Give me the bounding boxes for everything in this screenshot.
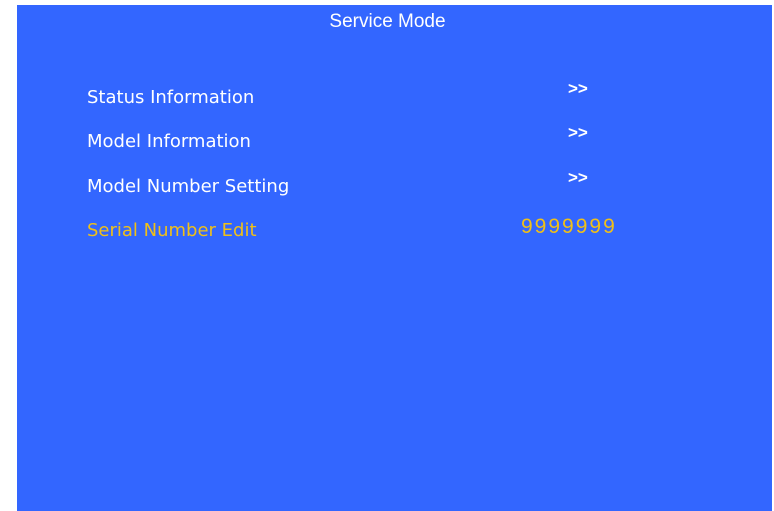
menu-item-label: Status Information — [87, 87, 255, 108]
submenu-arrow-icon: >> — [568, 123, 588, 142]
menu-item-label: Model Information — [87, 131, 251, 152]
service-mode-screen: Service Mode Status Information >> Model… — [17, 5, 772, 511]
menu-item-serial-number-edit[interactable]: Serial Number Edit 9999999 — [17, 215, 772, 250]
page-title: Service Mode — [329, 11, 446, 32]
serial-number-value[interactable]: 9999999 — [521, 215, 617, 239]
menu-item-label: Model Number Setting — [87, 176, 290, 197]
menu-item-label: Serial Number Edit — [87, 220, 257, 241]
menu-item-model-information[interactable]: Model Information >> — [17, 123, 772, 161]
menu-item-status-information[interactable]: Status Information >> — [17, 79, 772, 117]
submenu-arrow-icon: >> — [568, 79, 588, 98]
menu-item-model-number-setting[interactable]: Model Number Setting >> — [17, 168, 772, 206]
submenu-arrow-icon: >> — [568, 168, 588, 187]
